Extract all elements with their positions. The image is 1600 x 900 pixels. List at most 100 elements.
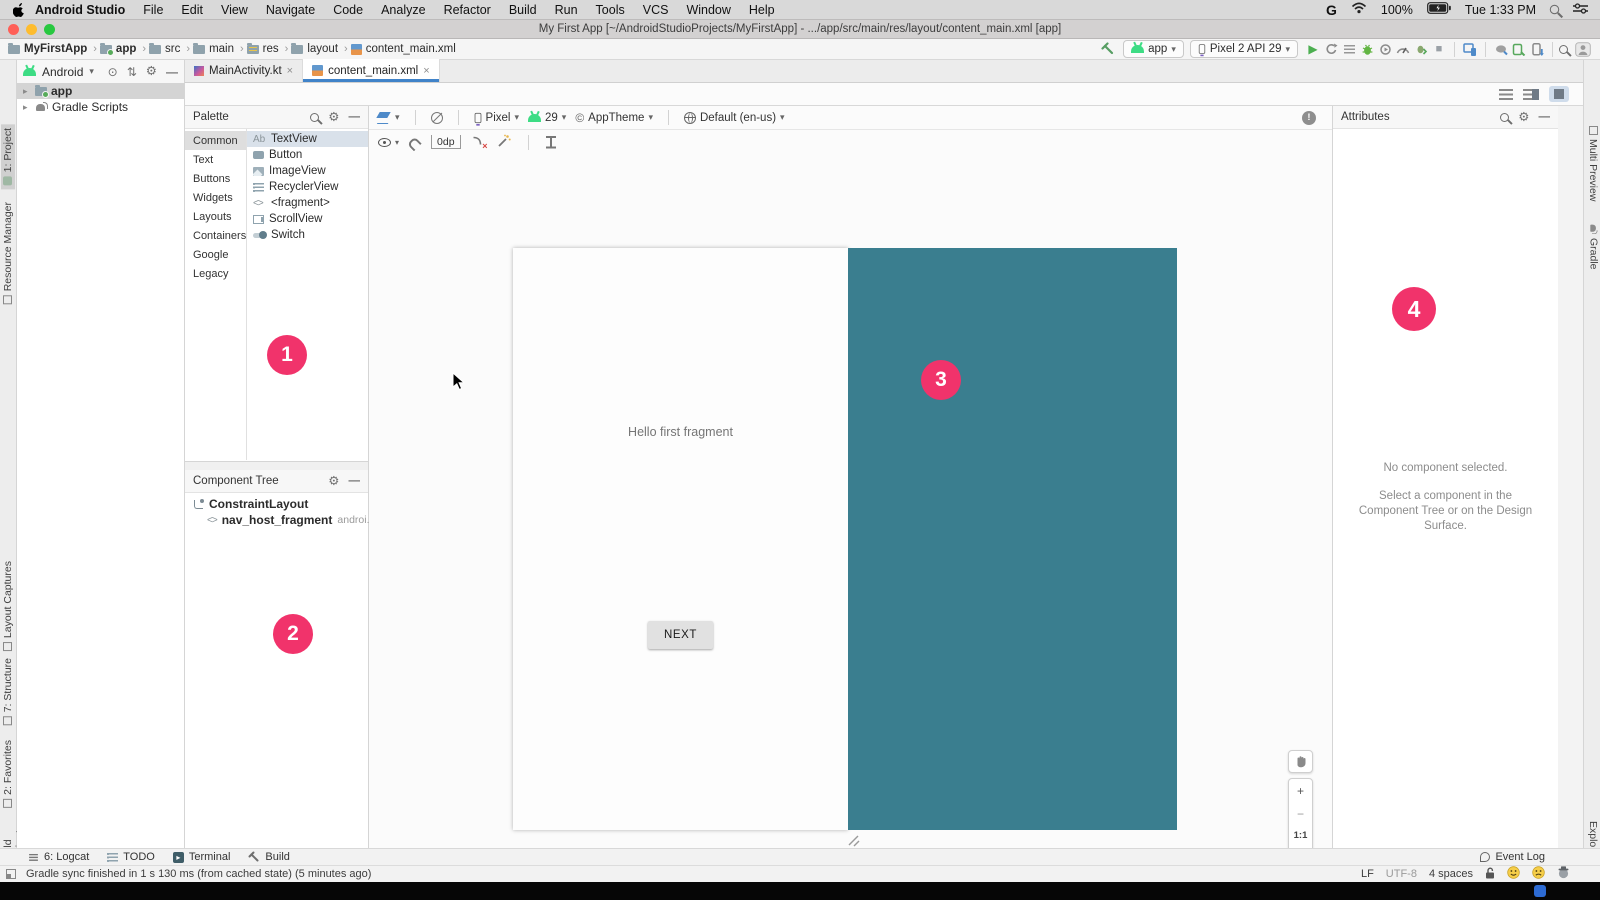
event-log-button[interactable]: Event Log bbox=[1480, 851, 1545, 863]
palette-item-scrollview[interactable]: ScrollView bbox=[247, 211, 368, 227]
design-canvas[interactable]: Hello first fragment NEXT + − 1:1 bbox=[369, 154, 1332, 848]
palette-category-text[interactable]: Text bbox=[185, 150, 246, 169]
project-tree-gradle-scripts[interactable]: ▸ Gradle Scripts bbox=[17, 99, 184, 115]
autoconnect-magnet-icon[interactable] bbox=[408, 135, 423, 150]
profiler-icon[interactable] bbox=[1394, 40, 1412, 58]
breadcrumb-main[interactable]: main bbox=[193, 43, 234, 55]
menu-file[interactable]: File bbox=[134, 3, 172, 17]
happy-feedback-icon[interactable] bbox=[1507, 866, 1520, 882]
palette-category-legacy[interactable]: Legacy bbox=[185, 264, 246, 283]
menu-android-studio[interactable]: Android Studio bbox=[26, 3, 134, 17]
palette-item-button[interactable]: Button bbox=[247, 147, 368, 163]
infer-constraints-wand-icon[interactable] bbox=[497, 134, 511, 151]
collapse-all-icon[interactable]: ⇅ bbox=[127, 65, 137, 79]
tree-item-nav-host-fragment[interactable]: <> nav_host_fragment androi... bbox=[185, 512, 368, 528]
palette-category-buttons[interactable]: Buttons bbox=[185, 169, 246, 188]
minimize-window-button[interactable] bbox=[26, 24, 37, 35]
wifi-icon[interactable] bbox=[1351, 2, 1367, 17]
palette-item-switch[interactable]: Switch bbox=[247, 227, 368, 243]
toolwindow-terminal[interactable]: ▸Terminal bbox=[173, 851, 231, 863]
device-for-preview-dropdown[interactable]: Pixel▾ bbox=[474, 112, 519, 124]
breadcrumb-file[interactable]: content_main.xml bbox=[351, 43, 456, 55]
palette-item-fragment[interactable]: <><fragment> bbox=[247, 195, 368, 211]
menubar-clock[interactable]: Tue 1:33 PM bbox=[1465, 3, 1536, 17]
search-everywhere-icon[interactable] bbox=[1559, 45, 1568, 54]
palette-category-widgets[interactable]: Widgets bbox=[185, 188, 246, 207]
pack-align-icon[interactable] bbox=[546, 136, 556, 148]
tool-strip-layout-captures[interactable]: Layout Captures bbox=[1, 557, 15, 655]
blueprint-preview[interactable] bbox=[848, 248, 1177, 830]
clear-constraints-icon[interactable]: × bbox=[472, 136, 486, 149]
expand-arrow-icon[interactable]: ▸ bbox=[23, 102, 31, 113]
tree-item-constraintlayout[interactable]: ConstraintLayout bbox=[185, 496, 368, 512]
toolwindow-todo[interactable]: TODO bbox=[107, 851, 155, 863]
next-button[interactable]: NEXT bbox=[648, 621, 713, 649]
inspector-icon[interactable] bbox=[1557, 866, 1570, 882]
run-button[interactable]: ▶ bbox=[1304, 40, 1322, 58]
default-margin-dropdown[interactable]: 0dp bbox=[431, 135, 461, 149]
sync-project-icon[interactable] bbox=[1492, 40, 1510, 58]
attributes-gear-icon[interactable]: ⚙ bbox=[1518, 111, 1529, 124]
tool-strip-resource-manager[interactable]: Resource Manager bbox=[1, 198, 15, 308]
tool-strip-structure[interactable]: 7: Structure bbox=[1, 654, 15, 729]
menu-view[interactable]: View bbox=[212, 3, 257, 17]
stop-button[interactable]: ■ bbox=[1430, 40, 1448, 58]
code-view-icon[interactable] bbox=[1499, 89, 1513, 100]
menu-tools[interactable]: Tools bbox=[587, 3, 634, 17]
breadcrumb-project[interactable]: MyFirstApp bbox=[8, 43, 87, 55]
tab-mainactivity[interactable]: MainActivity.kt × bbox=[185, 59, 303, 82]
apple-menu-icon[interactable] bbox=[12, 1, 26, 19]
project-tree-app[interactable]: ▸ app bbox=[17, 83, 184, 99]
palette-item-imageview[interactable]: ImageView bbox=[247, 163, 368, 179]
attributes-minimize-icon[interactable]: — bbox=[1539, 111, 1551, 123]
toolwindow-build[interactable]: Build bbox=[248, 851, 289, 863]
hide-panel-icon[interactable]: — bbox=[166, 65, 178, 79]
palette-minimize-icon[interactable]: — bbox=[349, 111, 361, 123]
attributes-search-icon[interactable] bbox=[1500, 113, 1509, 122]
tool-strip-favorites[interactable]: 2: Favorites bbox=[1, 736, 15, 812]
menu-code[interactable]: Code bbox=[324, 3, 372, 17]
profile-avatar-icon[interactable] bbox=[1574, 40, 1592, 58]
palette-category-layouts[interactable]: Layouts bbox=[185, 207, 246, 226]
breadcrumb-layout[interactable]: layout bbox=[291, 43, 338, 55]
palette-category-common[interactable]: Common bbox=[185, 131, 246, 150]
build-hammer-icon[interactable] bbox=[1099, 40, 1117, 58]
gradle-sync-status[interactable]: Gradle sync finished in 1 s 130 ms (from… bbox=[26, 868, 371, 880]
menu-analyze[interactable]: Analyze bbox=[372, 3, 434, 17]
breadcrumb-res[interactable]: res bbox=[247, 43, 279, 55]
run-config-dropdown[interactable]: app▾ bbox=[1123, 40, 1184, 58]
menu-window[interactable]: Window bbox=[677, 3, 739, 17]
menu-refactor[interactable]: Refactor bbox=[435, 3, 500, 17]
sad-feedback-icon[interactable] bbox=[1532, 866, 1545, 882]
device-dropdown[interactable]: Pixel 2 API 29▾ bbox=[1190, 40, 1298, 58]
menu-help[interactable]: Help bbox=[740, 3, 784, 17]
coverage-icon[interactable] bbox=[1340, 40, 1358, 58]
palette-gear-icon[interactable]: ⚙ bbox=[328, 111, 339, 124]
menu-navigate[interactable]: Navigate bbox=[257, 3, 324, 17]
design-view-icon[interactable] bbox=[1549, 86, 1569, 102]
breadcrumb-app[interactable]: app bbox=[100, 43, 136, 55]
palette-category-google[interactable]: Google bbox=[185, 245, 246, 264]
split-view-icon[interactable] bbox=[1523, 89, 1539, 100]
menu-build[interactable]: Build bbox=[500, 3, 546, 17]
battery-icon[interactable] bbox=[1427, 2, 1451, 17]
sdk-manager-icon[interactable] bbox=[1528, 40, 1546, 58]
zoom-out-button[interactable]: − bbox=[1297, 807, 1304, 821]
control-center-icon[interactable] bbox=[1573, 3, 1588, 17]
tool-strip-project[interactable]: 1: Project bbox=[1, 124, 15, 189]
encoding-indicator[interactable]: UTF-8 bbox=[1386, 868, 1417, 880]
palette-item-textview[interactable]: AbTextView bbox=[247, 131, 368, 147]
tool-strip-multi-preview[interactable]: Multi Preview bbox=[1586, 122, 1600, 205]
view-options-dropdown[interactable]: ▾ bbox=[378, 138, 399, 147]
menu-vcs[interactable]: VCS bbox=[634, 3, 678, 17]
apply-changes-icon[interactable] bbox=[1322, 40, 1340, 58]
design-preview[interactable]: Hello first fragment NEXT bbox=[513, 248, 848, 830]
apply-code-changes-icon[interactable] bbox=[1412, 40, 1430, 58]
component-tree-gear-icon[interactable]: ⚙ bbox=[328, 475, 339, 488]
zoom-in-button[interactable]: + bbox=[1297, 784, 1304, 798]
component-tree-minimize-icon[interactable]: — bbox=[349, 475, 361, 487]
issue-panel-icon[interactable]: ! bbox=[1302, 111, 1316, 125]
tab-content-main[interactable]: content_main.xml × bbox=[303, 59, 440, 82]
expand-arrow-icon[interactable]: ▸ bbox=[23, 86, 31, 97]
line-ending-indicator[interactable]: LF bbox=[1361, 868, 1374, 880]
